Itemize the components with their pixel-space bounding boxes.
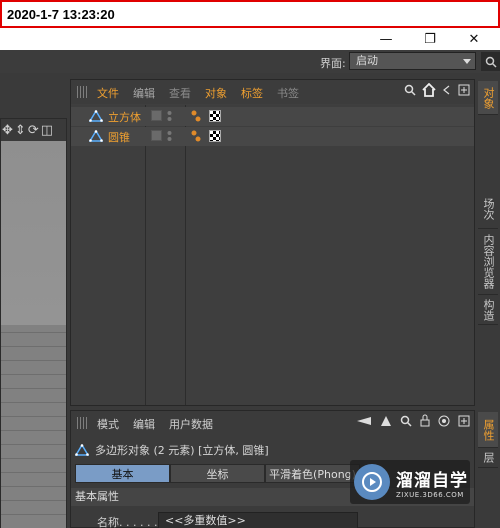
name-field-label: 名称. . . . . . . <box>97 516 165 528</box>
search-icon[interactable] <box>400 415 412 427</box>
object-row-cube[interactable]: 立方体 <box>71 107 474 126</box>
menu-edit[interactable]: 编辑 <box>133 85 155 101</box>
viewport-floor-grid <box>1 325 66 528</box>
new-window-icon[interactable] <box>458 84 470 96</box>
restore-button[interactable]: ❐ <box>408 28 452 50</box>
tab-coord[interactable]: 坐标 <box>170 464 265 483</box>
right-tab-strip: 对象 场次 内容浏览器 构造 <box>476 79 500 409</box>
polygon-object-icon <box>89 130 103 142</box>
layer-icon[interactable] <box>151 110 162 121</box>
attributes-tools <box>356 414 470 427</box>
menu-file[interactable]: 文件 <box>97 85 119 101</box>
viewport[interactable] <box>0 118 67 528</box>
texture-tag-icon[interactable] <box>209 130 221 142</box>
menu-tags[interactable]: 标签 <box>241 85 263 101</box>
up-arrow-icon[interactable] <box>380 415 392 427</box>
tab-layers[interactable]: 层 <box>478 448 498 468</box>
tab-takes[interactable]: 场次 <box>478 189 498 229</box>
watermark-url: ZIXUE.3D66.COM <box>396 490 464 499</box>
watermark: 溜溜自学 ZIXUE.3D66.COM <box>350 460 470 504</box>
back-arrow-icon[interactable] <box>356 415 372 427</box>
object-name[interactable]: 立方体 <box>108 109 141 125</box>
right-tab-strip-lower: 属性 层 <box>476 410 500 528</box>
phong-tag-icon[interactable] <box>191 110 201 123</box>
object-manager: 文件 编辑 查看 对象 标签 书签 立方体 圆锥 <box>70 79 475 406</box>
minimize-button[interactable]: — <box>364 28 408 50</box>
visibility-dots-icon[interactable] <box>167 110 172 122</box>
chevron-down-icon <box>463 59 471 64</box>
lock-icon[interactable] <box>420 414 430 427</box>
column-separator <box>185 105 186 405</box>
updown-arrow-icon[interactable]: ⇕ <box>15 123 26 138</box>
object-manager-tools <box>404 83 470 97</box>
layout-dropdown[interactable]: 启动 <box>349 52 476 70</box>
visibility-dots-icon[interactable] <box>167 130 172 142</box>
timestamp-bar: 2020-1-7 13:23:20 <box>0 0 500 28</box>
grip-icon[interactable] <box>77 417 89 429</box>
search-button[interactable] <box>481 52 500 71</box>
polygon-object-icon <box>89 110 103 122</box>
home-icon[interactable] <box>422 83 436 97</box>
menu-edit[interactable]: 编辑 <box>133 416 155 432</box>
menu-bookmarks[interactable]: 书签 <box>277 85 299 101</box>
layer-icon[interactable] <box>151 130 162 141</box>
attributes-title-text: 多边形对象 (2 元素) [立方体, 圆锥] <box>95 444 269 457</box>
object-row-cone[interactable]: 圆锥 <box>71 127 474 146</box>
phong-tag-icon[interactable] <box>191 130 201 143</box>
menu-user-data[interactable]: 用户数据 <box>169 416 213 432</box>
attributes-menubar: 模式 编辑 用户数据 <box>71 411 474 435</box>
layout-value: 启动 <box>356 54 378 67</box>
attributes-tabs: 基本 坐标 平滑着色(Phong) <box>75 464 360 483</box>
polygon-object-icon <box>75 444 89 456</box>
timestamp-text: 2020-1-7 13:23:20 <box>7 7 115 22</box>
grip-icon[interactable] <box>77 86 89 98</box>
tab-structure[interactable]: 构造 <box>478 295 498 325</box>
object-manager-menubar: 文件 编辑 查看 对象 标签 书签 <box>71 80 474 104</box>
target-icon[interactable] <box>438 415 450 427</box>
tab-phong[interactable]: 平滑着色(Phong) <box>265 464 360 483</box>
search-icon <box>485 56 497 68</box>
column-separator <box>145 105 146 405</box>
maximize-view-icon[interactable]: ◫ <box>41 123 53 138</box>
menu-view[interactable]: 查看 <box>169 85 191 101</box>
object-name[interactable]: 圆锥 <box>108 129 130 145</box>
tab-content-browser[interactable]: 内容浏览器 <box>478 229 498 295</box>
search-icon[interactable] <box>404 84 416 96</box>
back-icon[interactable] <box>442 85 452 95</box>
restore-icon: ❐ <box>424 31 436 47</box>
attributes-title: 多边形对象 (2 元素) [立方体, 圆锥] <box>75 442 269 458</box>
layout-label: 界面: <box>320 57 346 70</box>
watermark-brand: 溜溜自学 <box>396 470 468 491</box>
move-icon[interactable]: ✥ <box>2 123 13 138</box>
close-icon: ✕ <box>468 31 480 47</box>
menu-objects[interactable]: 对象 <box>205 85 227 101</box>
tab-attributes[interactable]: 属性 <box>478 412 498 448</box>
window-titlebar: — ❐ ✕ <box>0 28 500 50</box>
close-button[interactable]: ✕ <box>452 28 496 50</box>
viewport-nav-controls: ✥ ⇕ ⟳ ◫ <box>0 121 67 139</box>
tab-objects[interactable]: 对象 <box>478 81 498 115</box>
watermark-logo <box>354 464 390 500</box>
new-window-icon[interactable] <box>458 415 470 427</box>
minimize-icon: — <box>379 31 393 47</box>
texture-tag-icon[interactable] <box>209 110 221 122</box>
name-field[interactable]: <<多重数值>> <box>158 512 358 528</box>
menu-mode[interactable]: 模式 <box>97 416 119 432</box>
object-list <box>71 105 474 405</box>
tab-basic[interactable]: 基本 <box>75 464 170 483</box>
rotate-icon[interactable]: ⟳ <box>28 123 39 138</box>
viewport-background <box>1 141 66 325</box>
